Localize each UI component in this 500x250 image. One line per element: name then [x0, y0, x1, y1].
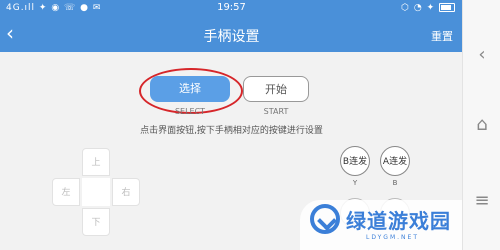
select-caption: SELECT: [174, 107, 206, 116]
watermark: 绿道游戏园 LDYGM.NET: [300, 200, 463, 250]
status-icons-right: ⬡ ◔ ✦: [401, 3, 455, 13]
nav-menu-icon[interactable]: ≡: [472, 190, 492, 211]
start-button[interactable]: 开始: [243, 76, 309, 102]
watermark-logo-icon: [310, 204, 340, 234]
status-bar: 4G.ıll ✦ ◉ ☏ ● ✉ 19:57 ⬡ ◔ ✦: [0, 0, 463, 16]
status-icons-right-glyphs: ⬡ ◔ ✦: [401, 3, 436, 13]
app-bar: ‹ 手柄设置 重置: [0, 16, 463, 52]
watermark-text: 绿道游戏园: [346, 209, 451, 233]
watermark-subtext: LDYGM.NET: [366, 234, 419, 241]
a-turbo-button[interactable]: A连发: [380, 146, 410, 176]
battery-icon: [439, 3, 455, 12]
dpad-right-button[interactable]: 右: [112, 178, 140, 206]
start-caption: START: [263, 107, 289, 116]
dpad-center: [82, 178, 110, 206]
y-caption: Y: [352, 179, 358, 187]
select-button[interactable]: 选择: [150, 76, 230, 102]
nav-back-icon[interactable]: ‹: [472, 44, 492, 65]
reset-button[interactable]: 重置: [431, 28, 453, 44]
dpad-left-button[interactable]: 左: [52, 178, 80, 206]
android-nav-bar: ‹ ⌂ ≡: [462, 0, 500, 250]
b-turbo-button[interactable]: B连发: [340, 146, 370, 176]
b-caption: B: [392, 179, 398, 187]
instruction-text: 点击界面按钮,按下手柄相对应的按键进行设置: [140, 126, 323, 136]
dpad-down-button[interactable]: 下: [82, 208, 110, 236]
dpad-up-button[interactable]: 上: [82, 148, 110, 176]
status-time: 19:57: [217, 2, 246, 13]
page-title: 手柄设置: [203, 29, 260, 45]
nav-home-icon[interactable]: ⌂: [472, 114, 492, 135]
